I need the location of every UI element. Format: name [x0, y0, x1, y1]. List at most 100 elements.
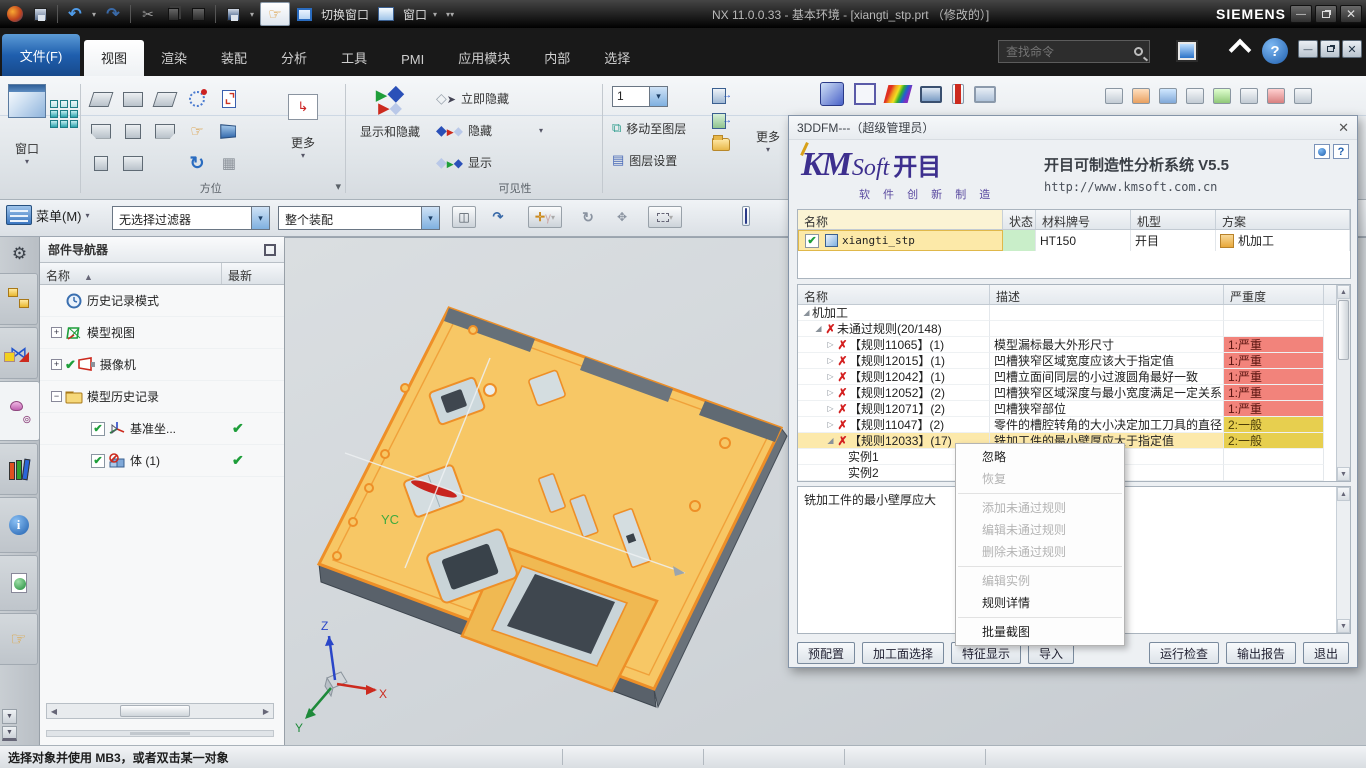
cut-button[interactable]: ✂ — [137, 3, 159, 25]
dfm-title-bar[interactable]: 3DDFM---（超级管理员） ✕ — [789, 116, 1357, 140]
redo-button[interactable]: ↷ — [102, 3, 124, 25]
dfm-button-加工面选择[interactable]: 加工面选择 — [862, 642, 944, 664]
part-col-3[interactable]: 材料牌号 — [1036, 210, 1131, 229]
row-checkbox[interactable]: ✔ — [91, 454, 105, 468]
part-col-1[interactable]: 名称 — [798, 210, 1003, 229]
rule-expander-icon[interactable]: ◢ — [801, 306, 812, 320]
dfm-help-button[interactable]: ? — [1333, 144, 1349, 159]
interference-pair-icon[interactable]: ◫ — [452, 206, 476, 228]
part-col-4[interactable]: 机型 — [1131, 210, 1216, 229]
dfm-button-运行检查[interactable]: 运行检查 — [1149, 642, 1219, 664]
rule-col-desc[interactable]: 描述 — [990, 285, 1224, 304]
dfm-close-button[interactable]: ✕ — [1338, 120, 1349, 136]
window-label[interactable]: 窗口 — [403, 6, 427, 23]
touch-mode-button[interactable]: ☞ — [260, 2, 290, 26]
true-shading-icon[interactable] — [920, 86, 942, 103]
rule-expander-icon[interactable]: ▷ — [825, 386, 836, 400]
extra-icon-4[interactable] — [1186, 88, 1204, 104]
column-name[interactable]: 名称▲ — [40, 263, 222, 284]
ribbon-tab-PMI[interactable]: PMI — [384, 44, 441, 76]
sidebar-item-reuse-library[interactable] — [0, 443, 38, 495]
selection-filter-arrow[interactable]: ▾ — [251, 207, 269, 229]
render-style-icon[interactable] — [974, 86, 996, 103]
menu-item-批量截图[interactable]: 批量截图 — [956, 621, 1124, 643]
ribbon-tab-选择[interactable]: 选择 — [587, 40, 647, 76]
switch-window-button[interactable] — [293, 3, 315, 25]
collapse-icon[interactable]: − — [51, 391, 62, 402]
layer-folder-icon[interactable] — [712, 138, 730, 151]
doc-close-button[interactable]: ✕ — [1342, 40, 1362, 58]
ribbon-tab-装配[interactable]: 装配 — [204, 40, 264, 76]
navigator-hscrollbar[interactable]: ◀ ▶ — [46, 703, 274, 719]
fullscreen-button[interactable] — [1170, 36, 1204, 66]
scroll-right-icon[interactable]: ▶ — [259, 707, 273, 716]
part-col-2[interactable]: 状态 — [1003, 210, 1036, 229]
layer-category-icon[interactable] — [712, 113, 726, 129]
extra-icon-5[interactable] — [1213, 88, 1231, 104]
navigator-row[interactable]: +模型视图 — [40, 317, 284, 349]
part-col-5[interactable]: 方案 — [1216, 210, 1350, 229]
window-dropdown-arrow[interactable]: ▾ — [433, 10, 437, 19]
qat-overflow-arrow[interactable]: ▾▾ — [446, 10, 454, 19]
ribbon-more-button[interactable]: 更多 ▾ — [756, 128, 780, 154]
minimize-ribbon-button[interactable] — [1229, 39, 1252, 62]
resource-scroll-end[interactable]: ▼ — [2, 726, 17, 741]
navigator-row[interactable]: 历史记录模式 — [40, 285, 284, 317]
save-button[interactable] — [29, 3, 51, 25]
view-trimetric-icon[interactable] — [89, 88, 113, 110]
doc-restore-button[interactable] — [1320, 40, 1340, 58]
menu-button[interactable]: 菜单(M) ▾ — [6, 205, 90, 225]
search-input[interactable] — [1006, 45, 1134, 59]
roles-gear-icon[interactable]: ⚙ — [0, 237, 39, 271]
view-front-icon[interactable] — [89, 120, 113, 142]
minimize-button[interactable]: — — [1290, 5, 1312, 23]
paste-button[interactable] — [187, 3, 209, 25]
layer-visible-in-view-icon[interactable] — [712, 88, 726, 104]
expand-icon[interactable]: + — [51, 359, 62, 370]
navigator-row[interactable]: −模型历史记录 — [40, 381, 284, 413]
part-table-row[interactable]: ✔ xiangti_stp HT150 开目 机加工 — [798, 230, 1350, 251]
resource-scroll-down[interactable]: ▼ — [2, 709, 17, 724]
save-as-button[interactable] — [222, 3, 244, 25]
ribbon-tab-视图[interactable]: 视图 — [84, 40, 144, 76]
undo-dropdown[interactable]: ▾ — [89, 3, 99, 25]
layer-settings-button[interactable]: ▤ 图层设置 — [612, 148, 677, 172]
sidebar-item-touch[interactable]: ☞ — [0, 613, 38, 665]
sidebar-item-internet-explorer[interactable]: i — [0, 497, 38, 553]
hide-button[interactable]: ◆▶◆ 隐藏 ▾ — [436, 118, 543, 142]
navigator-row[interactable]: ✔基准坐...✔ — [40, 413, 284, 445]
hide-immediately-button[interactable]: ◇➤ 立即隐藏 — [436, 86, 509, 110]
detail-vscrollbar[interactable]: ▲ ▼ — [1336, 487, 1350, 633]
perspective-icon[interactable] — [217, 120, 241, 142]
rule-row[interactable]: ▷✗【规则12052】(2)凹槽狭窄区域深度与最小宽度满足一定关系1:严重 — [798, 385, 1350, 401]
rule-expander-icon[interactable]: ◢ — [825, 434, 836, 448]
sidebar-item-assembly-navigator[interactable] — [0, 273, 38, 325]
rule-expander-icon[interactable]: ▷ — [825, 338, 836, 352]
sidebar-item-history[interactable] — [0, 555, 38, 611]
navigator-row[interactable]: ✔体 (1)✔ — [40, 445, 284, 477]
wireframe-view-icon[interactable] — [854, 83, 876, 105]
selection-filter-combo[interactable]: 无选择过滤器 ▾ — [112, 206, 270, 230]
tab-file[interactable]: 文件(F) — [2, 34, 80, 76]
shaded-with-edges-button[interactable] — [742, 206, 750, 226]
rule-row[interactable]: ▷✗【规则12042】(1)凹槽立面间同层的小过渡圆角最好一致1:严重 — [798, 369, 1350, 385]
pan-icon[interactable]: ☞ — [185, 120, 209, 142]
rule-expander-icon[interactable]: ▷ — [825, 418, 836, 432]
snap-point-button[interactable]: ✛γ▾ — [528, 206, 562, 228]
expand-icon[interactable]: + — [51, 327, 62, 338]
extra-icon-7[interactable] — [1267, 88, 1285, 104]
panel-options-icon[interactable] — [264, 244, 276, 256]
view-top-icon[interactable] — [121, 88, 145, 110]
undo-button[interactable]: ↶ — [64, 3, 86, 25]
sidebar-item-part-navigator[interactable] — [0, 381, 40, 441]
view-left-icon[interactable] — [121, 120, 145, 142]
dfm-button-输出报告[interactable]: 输出报告 — [1226, 642, 1296, 664]
view-right-icon[interactable] — [121, 152, 145, 174]
window-gallery-button[interactable]: 窗口 ▾ — [8, 84, 46, 166]
hscroll-thumb[interactable] — [120, 705, 189, 717]
view-back-icon[interactable] — [153, 120, 177, 142]
rule-row[interactable]: ◢✗未通过规则(20/148) — [798, 321, 1350, 337]
window-gallery-dropdown[interactable]: ▾ — [25, 157, 29, 166]
selection-scope-arrow[interactable]: ▾ — [421, 207, 439, 229]
face-edges-button[interactable] — [952, 84, 964, 104]
